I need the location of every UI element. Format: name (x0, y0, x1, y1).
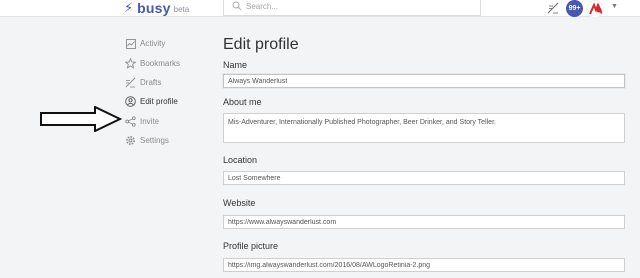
sidebar-nav: Activity Bookmarks Drafts Edit profile I… (125, 34, 215, 150)
profile-picture-field[interactable] (223, 258, 625, 272)
top-bar: ⚡ busy beta 99+ ▼ (0, 0, 640, 18)
bolt-icon: ⚡ (124, 0, 134, 15)
write-post-icon[interactable] (547, 2, 559, 14)
share-icon (125, 116, 136, 127)
about-field[interactable]: Mis-Adventurer, Internationally Publishe… (223, 113, 625, 143)
sidebar-item-edit-profile[interactable]: Edit profile (125, 92, 215, 111)
search-icon (232, 1, 242, 11)
edit-profile-form: Edit profile Name About me Mis-Adventure… (223, 35, 625, 272)
sidebar-item-settings[interactable]: Settings (125, 131, 215, 150)
beta-badge: beta (173, 4, 190, 14)
name-field[interactable] (223, 74, 625, 88)
sidebar-item-label: Settings (140, 136, 169, 146)
avatar[interactable] (586, 0, 604, 18)
sidebar-item-activity[interactable]: Activity (125, 34, 215, 53)
sidebar-item-label: Drafts (140, 77, 162, 87)
sidebar-item-label: Invite (140, 116, 160, 126)
avatar-logo-icon (588, 2, 603, 17)
profile-picture-label: Profile picture (223, 241, 279, 251)
search-input[interactable] (246, 0, 446, 13)
chevron-down-icon[interactable]: ▼ (611, 3, 618, 10)
activity-icon (125, 38, 136, 49)
sidebar-item-label: Activity (140, 39, 166, 49)
sidebar-item-drafts[interactable]: Drafts (125, 73, 215, 92)
website-label: Website (223, 198, 256, 208)
busy-logo[interactable]: ⚡ busy beta (124, 0, 189, 16)
sidebar-item-label: Bookmarks (140, 58, 181, 68)
notifications-badge[interactable]: 99+ (566, 0, 583, 17)
name-label: Name (223, 60, 248, 70)
website-field[interactable] (223, 215, 625, 229)
about-label: About me (223, 97, 262, 107)
location-field[interactable] (223, 171, 625, 185)
star-icon (125, 57, 136, 69)
user-icon (125, 96, 136, 108)
sidebar-item-invite[interactable]: Invite (125, 112, 215, 131)
sidebar-item-label: Edit profile (140, 97, 178, 107)
location-label: Location (223, 155, 258, 165)
page-title: Edit profile (223, 36, 299, 53)
drafts-icon (125, 77, 136, 88)
search-box[interactable] (223, 0, 481, 16)
gear-icon (125, 135, 136, 146)
logo-word: busy (137, 0, 171, 16)
sidebar-item-bookmarks[interactable]: Bookmarks (125, 53, 215, 72)
pointer-arrow-icon (40, 106, 122, 132)
